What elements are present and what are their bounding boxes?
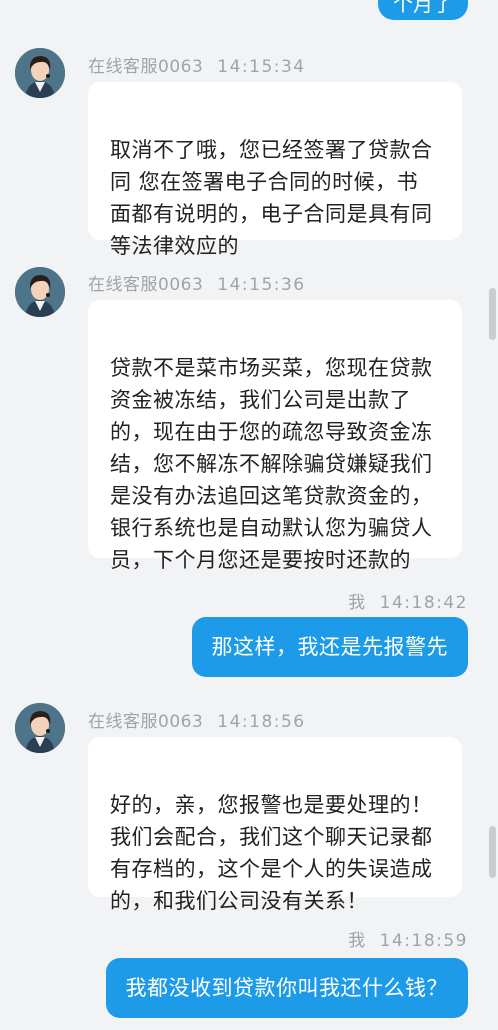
message-text: 贷款不是菜市场买菜，您现在贷款 资金被冻结，我们公司是出款了 的，现在由于您的疏… (110, 356, 433, 572)
message-meta: 我 14:18:42 (348, 588, 468, 613)
agent-avatar-icon[interactable] (15, 48, 65, 98)
incoming-message-bubble[interactable]: 好的，亲，您报警也是要处理的！ 我们会配合，我们这个聊天记录都 有存档的，这个是… (88, 737, 462, 913)
chat-view: 个月了 在线客服0063 14:15:34 取消不了哦，您已经签署了贷款合 同 您… (0, 0, 498, 1030)
agent-avatar-icon[interactable] (15, 703, 65, 753)
message-time: 14:15:36 (217, 275, 306, 295)
message-text: 个月了 (393, 0, 453, 16)
incoming-message-bubble[interactable]: 贷款不是菜市场买菜，您现在贷款 资金被冻结，我们公司是出款了 的，现在由于您的疏… (88, 300, 462, 572)
message-meta: 在线客服0063 14:18:56 (88, 707, 306, 732)
sender-name: 在线客服0063 (88, 712, 204, 732)
message-time: 14:18:59 (379, 931, 468, 951)
sender-name: 在线客服0063 (88, 275, 204, 295)
sender-name: 我 (348, 593, 366, 613)
message-text: 那这样，我还是先报警先 (211, 635, 448, 659)
message-meta: 在线客服0063 14:15:34 (88, 52, 306, 77)
message-meta: 在线客服0063 14:15:36 (88, 270, 306, 295)
sender-name: 我 (348, 931, 366, 951)
message-time: 14:18:42 (379, 593, 468, 613)
outgoing-message-partial[interactable]: 个月了 (378, 0, 468, 20)
sender-name: 在线客服0063 (88, 57, 204, 77)
message-text: 取消不了哦，您已经签署了贷款合 同 您在签署电子合同的时候，书 面都有说明的，电… (110, 138, 433, 258)
agent-avatar-icon[interactable] (15, 267, 65, 317)
scrollbar-thumb[interactable] (489, 288, 496, 340)
message-time: 14:18:56 (217, 712, 306, 732)
message-time: 14:15:34 (217, 57, 306, 77)
outgoing-message-bubble[interactable]: 我都没收到贷款你叫我还什么钱？ (105, 958, 468, 1018)
message-meta: 我 14:18:59 (348, 926, 468, 951)
message-text: 我都没收到贷款你叫我还什么钱？ (125, 976, 448, 1000)
outgoing-message-bubble[interactable]: 那这样，我还是先报警先 (191, 617, 468, 677)
message-text: 好的，亲，您报警也是要处理的！ 我们会配合，我们这个聊天记录都 有存档的，这个是… (110, 793, 433, 913)
incoming-message-bubble[interactable]: 取消不了哦，您已经签署了贷款合 同 您在签署电子合同的时候，书 面都有说明的，电… (88, 82, 462, 258)
scrollbar-thumb[interactable] (489, 826, 496, 878)
